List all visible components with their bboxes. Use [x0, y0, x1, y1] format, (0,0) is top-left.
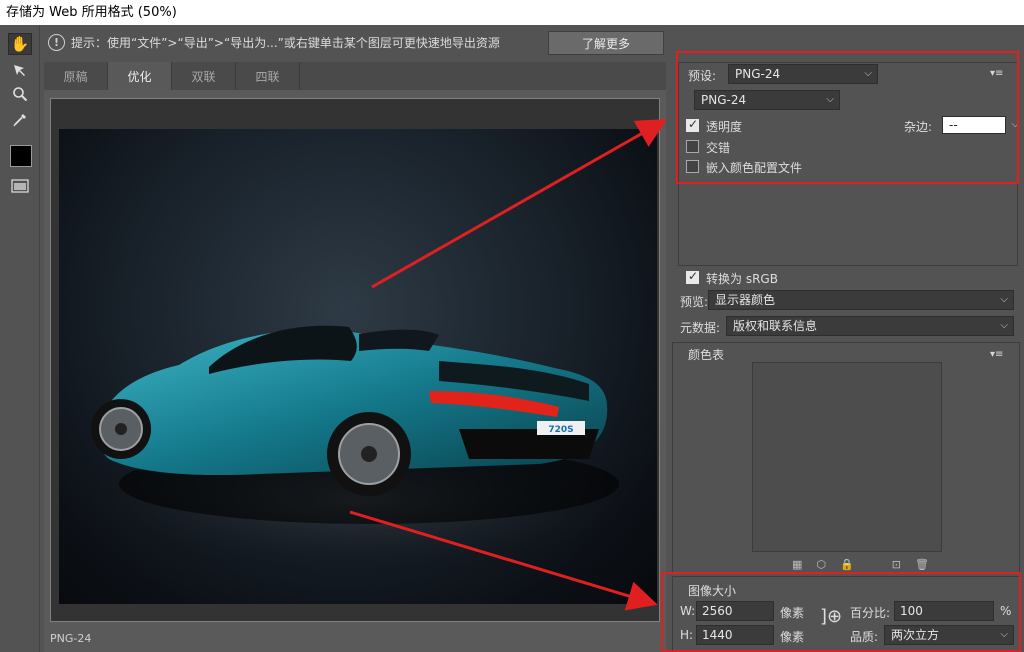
- slice-select-tool-icon[interactable]: [8, 59, 32, 81]
- settings-panel: 预设: PNG-24 ⌵ ▾≡ PNG-24 ⌵ 透明度 杂边: -- ⌵ 交错 嵌入…: [672, 56, 1022, 652]
- preview-dropdown[interactable]: 显示器颜色 ⌵: [708, 290, 1014, 310]
- convert-srgb-label: 转换为 sRGB: [706, 272, 778, 286]
- tab-optimized[interactable]: 优化: [108, 62, 172, 90]
- format-status: PNG-24: [50, 632, 92, 645]
- quality-dropdown[interactable]: 两次立方 ⌵: [884, 625, 1014, 645]
- interlaced-label: 交错: [706, 141, 731, 155]
- preview-label: 预览:: [680, 295, 709, 309]
- color-table-menu-icon[interactable]: ▾≡: [990, 349, 1003, 360]
- chevron-down-icon: ⌵: [1000, 294, 1008, 305]
- web-snap-icon[interactable]: ▦: [792, 558, 802, 571]
- zoom-tool-icon[interactable]: [8, 83, 32, 105]
- width-label: W:: [680, 604, 696, 618]
- format-dropdown[interactable]: PNG-24 ⌵: [694, 90, 840, 110]
- height-input[interactable]: 1440: [696, 625, 774, 645]
- percent-input[interactable]: 100: [894, 601, 994, 621]
- metadata-label: 元数据:: [680, 321, 721, 335]
- format-value: PNG-24: [701, 93, 747, 107]
- link-constrain-icon[interactable]: ]⊕: [820, 606, 842, 627]
- metadata-dropdown[interactable]: 版权和联系信息 ⌵: [726, 316, 1014, 336]
- car-illustration: 720S: [59, 325, 657, 579]
- preview-value: 显示器颜色: [715, 293, 776, 307]
- width-input[interactable]: 2560: [696, 601, 774, 621]
- embed-profile-label: 嵌入颜色配置文件: [706, 161, 803, 175]
- panel-menu-icon[interactable]: ▾≡: [990, 68, 1003, 79]
- info-icon: !: [48, 33, 65, 51]
- transparency-label: 透明度: [706, 120, 743, 134]
- matte-dropdown[interactable]: -- ⌵: [942, 116, 1019, 134]
- preview-frame: 720S: [50, 98, 660, 622]
- preset-label: 预设:: [688, 69, 717, 83]
- svg-text:720S: 720S: [548, 425, 573, 435]
- preview-image[interactable]: 720S: [59, 129, 657, 604]
- chevron-down-icon: ⌵: [1011, 119, 1019, 130]
- trash-icon[interactable]: 🗑: [915, 558, 929, 571]
- eyedropper-tool-icon[interactable]: [8, 109, 32, 131]
- color-table-grid: [752, 362, 942, 552]
- height-unit: 像素: [780, 630, 805, 644]
- learn-more-button[interactable]: 了解更多: [548, 31, 664, 55]
- quality-label: 品质:: [850, 630, 879, 644]
- metadata-value: 版权和联系信息: [733, 319, 818, 333]
- tab-2-up[interactable]: 双联: [172, 62, 236, 90]
- chevron-down-icon: ⌵: [864, 68, 872, 79]
- tab-original[interactable]: 原稿: [44, 62, 108, 90]
- color-table-title: 颜色表: [688, 348, 725, 362]
- height-label: H:: [680, 628, 694, 642]
- tool-panel: ✋: [0, 25, 40, 652]
- width-unit: 像素: [780, 606, 805, 620]
- percent-label: 百分比:: [850, 606, 891, 620]
- image-size-title: 图像大小: [688, 584, 737, 598]
- quality-value: 两次立方: [891, 628, 940, 642]
- matte-value: --: [949, 118, 958, 132]
- chevron-down-icon: ⌵: [1000, 320, 1008, 331]
- view-tabs: 原稿 优化 双联 四联: [44, 62, 666, 90]
- lock-icon[interactable]: 🔒: [840, 558, 854, 571]
- convert-srgb-checkbox[interactable]: [686, 269, 699, 284]
- transparency-checkbox[interactable]: [686, 117, 699, 132]
- chevron-down-icon: ⌵: [826, 94, 834, 105]
- color-table-actions: ▦ ⬡ 🔒 ⊡ 🗑: [792, 558, 929, 571]
- preset-dropdown[interactable]: PNG-24 ⌵: [728, 64, 878, 84]
- window-title: 存储为 Web 所用格式 (50%): [0, 0, 1024, 25]
- matte-label: 杂边:: [904, 120, 933, 134]
- preview-area: 720S PNG-24: [44, 90, 666, 652]
- tab-4-up[interactable]: 四联: [236, 62, 300, 90]
- eyedropper-color-swatch[interactable]: [10, 145, 32, 167]
- interlaced-checkbox[interactable]: [686, 140, 699, 153]
- chevron-down-icon: ⌵: [1000, 629, 1008, 640]
- hint-text: 提示：使用“文件”>“导出”>“导出为...”或右键单击某个图层可更快速地导出资…: [71, 35, 500, 50]
- toggle-slices-visibility-icon[interactable]: [8, 175, 32, 197]
- new-color-icon[interactable]: ⊡: [892, 558, 901, 571]
- hand-tool-icon[interactable]: ✋: [8, 33, 32, 55]
- embed-profile-checkbox[interactable]: [686, 160, 699, 173]
- percent-unit: %: [1000, 604, 1012, 618]
- cube-icon[interactable]: ⬡: [816, 558, 826, 571]
- preset-value: PNG-24: [735, 67, 781, 81]
